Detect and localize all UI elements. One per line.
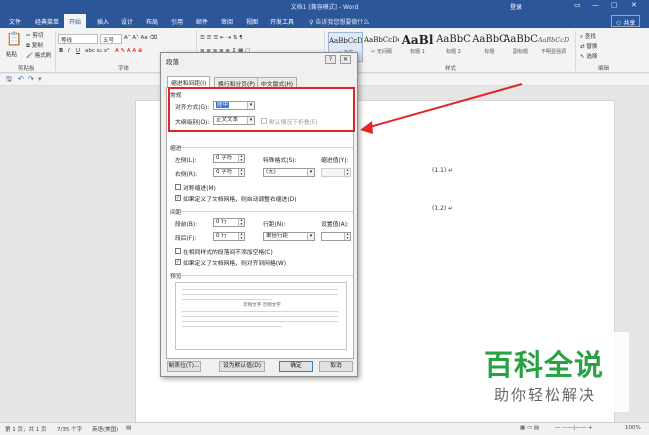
watermark-title: 百科全说 bbox=[484, 348, 605, 382]
watermark-logo: 百科全说 助你轻松解决 bbox=[472, 332, 629, 412]
arrow-head bbox=[360, 121, 373, 134]
watermark-subtitle: 助你轻松解决 bbox=[494, 386, 597, 404]
arrow-line bbox=[365, 83, 523, 129]
